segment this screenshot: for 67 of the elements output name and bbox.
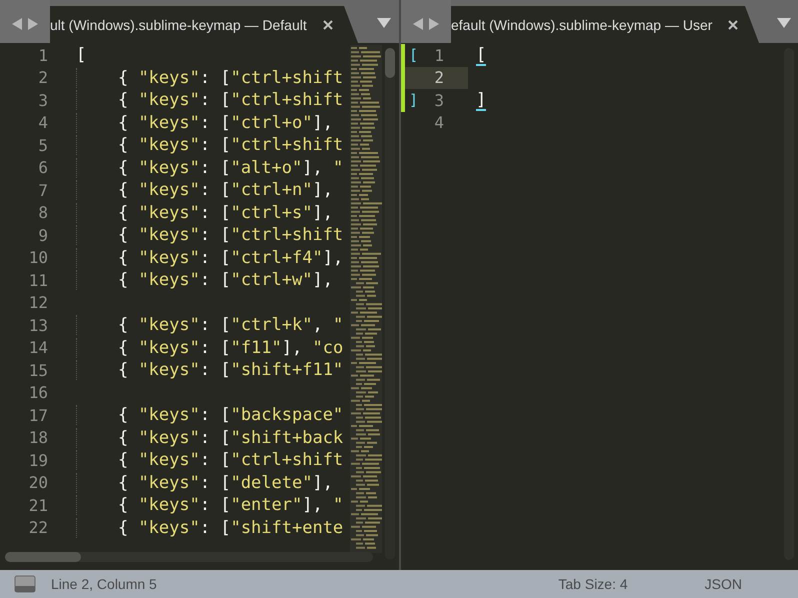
code-line: { "keys": ["ctrl+n"], [76,180,333,200]
code-line: ] [476,91,486,111]
close-icon[interactable] [322,20,333,30]
close-icon[interactable] [728,20,738,30]
code-line: { "keys": ["delete"], [76,472,333,492]
minimap-drawing[interactable] [350,45,382,553]
cursor-position: Line 2, Column 5 [51,576,157,592]
forward-arrow-icon[interactable] [429,18,439,30]
horizontal-scrollbar[interactable] [5,552,373,562]
code-line: { "keys": ["ctrl+f4"], [76,248,344,268]
vertical-scrollbar[interactable] [385,48,395,560]
code-line: { "keys": ["shift+ente [76,518,344,538]
code-line: { "keys": ["shift+back [76,428,344,448]
line-number: 1 [433,46,445,65]
line-number: 12 [28,293,49,312]
line-number: 8 [37,203,49,222]
fold-marker[interactable]: [ [409,46,423,64]
code-line: { "keys": ["f11"], "co [76,338,344,358]
code-line: { "keys": ["ctrl+o"], [76,112,333,132]
code-line: { "keys": ["ctrl+shift [76,135,344,155]
dropdown-icon[interactable] [776,18,790,28]
code-line: { "keys": ["shift+f11" [76,360,344,380]
tab-size-indicator[interactable]: Tab Size: 4 [558,576,628,592]
code-line: { "keys": ["ctrl+k", " [76,315,344,335]
code-line: { "keys": ["ctrl+w"], [76,270,333,290]
line-number: 20 [28,473,49,492]
line-number: 15 [28,360,49,380]
line-number: 9 [37,226,49,245]
code-line: { "keys": ["ctrl+shift [76,450,344,470]
line-number: 2 [433,68,445,88]
code-line: { "keys": ["alt+o"], " [76,158,344,178]
line-number: 18 [28,428,49,448]
code-line: { "keys": ["ctrl+shift [76,90,344,110]
line-number: 19 [28,450,49,470]
panel-icon[interactable] [14,575,36,593]
code-line: { "keys": ["enter"], " [76,495,344,515]
line-number: 11 [28,270,49,290]
line-number: 3 [433,90,445,110]
syntax-indicator[interactable]: JSON [704,576,742,592]
line-number: 2 [37,68,49,88]
code-line: { "keys": ["backspace" [76,405,344,425]
line-number: 10 [28,248,49,268]
line-number: 4 [433,113,445,132]
code-line: { "keys": ["ctrl+s"], [76,202,333,222]
line-number: 3 [37,90,49,110]
dropdown-icon[interactable] [376,18,390,28]
back-arrow-icon[interactable] [413,18,423,30]
line-number: 17 [28,406,49,425]
back-arrow-icon[interactable] [12,18,22,30]
line-number: 7 [37,180,49,200]
file-tab[interactable]: efault (Windows).sublime-keymap — User [451,6,759,43]
code-line: { "keys": ["ctrl+shift [76,68,344,88]
line-number: 13 [28,316,49,335]
line-number: 14 [28,338,49,358]
line-number: 1 [37,46,49,65]
line-number: 21 [28,496,49,515]
fold-marker[interactable]: ] [409,91,423,110]
line-number: 16 [28,383,49,402]
file-tab[interactable]: ult (Windows).sublime-keymap — Default [50,6,358,43]
forward-arrow-icon[interactable] [28,18,38,30]
line-number: 6 [37,158,49,178]
line-number: 4 [37,113,49,132]
code-line: { "keys": ["ctrl+shift [76,225,344,245]
line-number: 22 [28,518,49,538]
code-line: [ [476,46,486,66]
code-line: [ [76,45,86,65]
line-number: 5 [37,136,49,155]
